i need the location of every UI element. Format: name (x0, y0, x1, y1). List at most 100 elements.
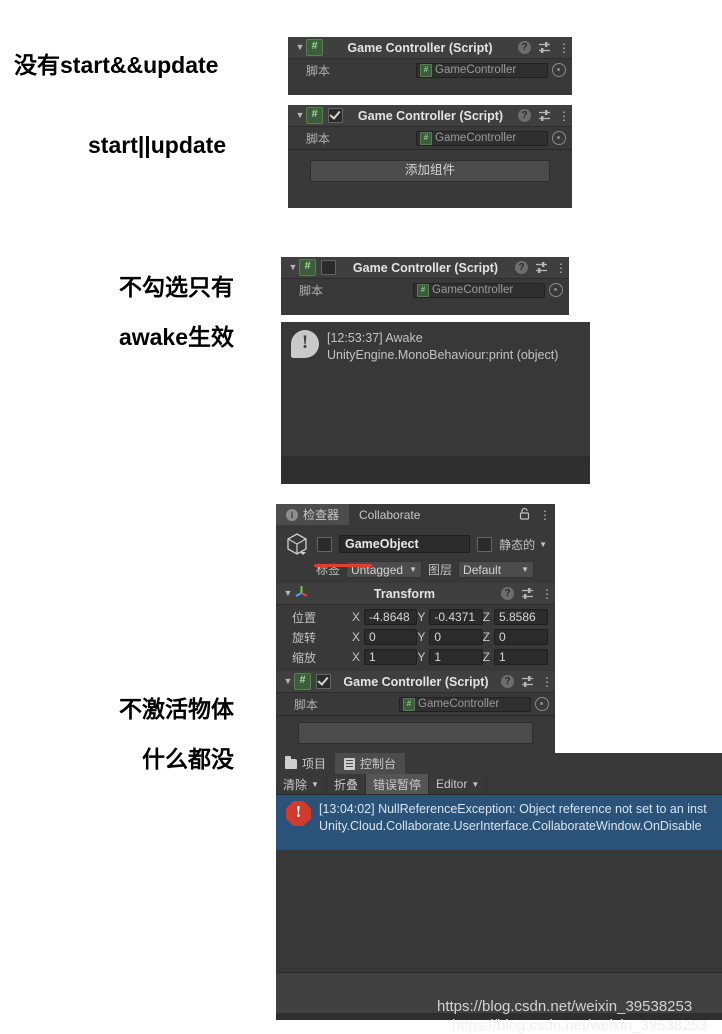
collapse-label: 折叠 (333, 777, 358, 792)
script-object-field[interactable]: # GameController (416, 62, 548, 78)
component-header[interactable]: ▼ # Game Controller (Script) ? ⋮ (288, 37, 572, 59)
kebab-menu-icon[interactable]: ⋮ (539, 509, 551, 521)
log-line-2: UnityEngine.MonoBehaviour:print (object) (327, 347, 559, 362)
csharp-mini-icon: # (420, 63, 432, 77)
position-y-value[interactable]: -0.4371 (429, 609, 483, 625)
scale-y[interactable]: Y 1 (417, 649, 483, 665)
annotation-no-start-update: 没有start&&update (14, 52, 219, 78)
axis-label-y: Y (417, 610, 426, 624)
add-component-button[interactable] (298, 722, 533, 744)
chevron-down-icon[interactable]: ▼ (311, 780, 319, 789)
console-error-entry[interactable]: [13:04:02] NullReferenceException: Objec… (276, 795, 722, 841)
help-icon[interactable]: ? (501, 587, 514, 600)
layer-value: Default (463, 562, 502, 577)
console-toolbar: 清除 ▼ 折叠 错误暂停 Editor ▼ (276, 774, 722, 795)
add-component-button[interactable]: 添加组件 (310, 160, 550, 182)
object-picker-icon[interactable] (552, 63, 566, 77)
position-x-value[interactable]: -4.8648 (364, 609, 418, 625)
kebab-menu-icon[interactable]: ⋮ (555, 262, 567, 274)
preset-icon[interactable] (535, 261, 548, 274)
tab-project-label: 项目 (302, 757, 327, 771)
log-entry-text: [12:53:37] Awake UnityEngine.MonoBehavio… (327, 330, 558, 364)
rotation-x-value[interactable]: 0 (364, 629, 418, 645)
position-x[interactable]: X -4.8648 (352, 609, 418, 625)
header-icon-group: ? ⋮ (512, 41, 570, 54)
editor-label: Editor (435, 777, 468, 791)
scale-x-value[interactable]: 1 (364, 649, 418, 665)
script-object-field[interactable]: # GameController (416, 130, 548, 146)
component-enabled-checkbox[interactable] (316, 674, 331, 689)
tab-project[interactable]: 项目 (276, 753, 335, 774)
inspector-window: i 检查器 Collaborate ⋮ GameObject 静态的 ▼ 标签 … (276, 504, 555, 754)
kebab-menu-icon[interactable]: ⋮ (541, 676, 553, 688)
position-y[interactable]: Y -0.4371 (417, 609, 483, 625)
rotation-y[interactable]: Y 0 (417, 629, 483, 645)
position-z[interactable]: Z 5.8586 (483, 609, 548, 625)
rotation-z[interactable]: Z 0 (483, 629, 548, 645)
help-icon[interactable]: ? (515, 261, 528, 274)
help-icon[interactable]: ? (518, 41, 531, 54)
static-dropdown[interactable]: 静态的 ▼ (499, 536, 547, 553)
component-header[interactable]: ▼ # Game Controller (Script) ? ⋮ (288, 105, 572, 127)
csharp-script-icon: # (294, 673, 311, 690)
script-field-row: 脚本 # GameController (276, 693, 555, 715)
component-header[interactable]: ▼ # Game Controller (Script) ? ⋮ (276, 671, 555, 693)
gameobject-name-field[interactable]: GameObject (339, 535, 471, 553)
scale-z[interactable]: Z 1 (483, 649, 548, 665)
tab-inspector-label: 检查器 (303, 508, 340, 522)
component-enabled-checkbox[interactable] (328, 108, 343, 123)
clear-button[interactable]: 清除 ▼ (276, 774, 327, 794)
header-icon-group: ? ⋮ (495, 675, 553, 688)
rotation-x[interactable]: X 0 (352, 629, 418, 645)
script-field-row: 脚本 # GameController (281, 279, 569, 301)
position-z-value[interactable]: 5.8586 (494, 609, 548, 625)
lock-icon[interactable] (519, 507, 530, 523)
script-object-field[interactable]: # GameController (413, 282, 545, 298)
rotation-y-value[interactable]: 0 (429, 629, 483, 645)
console-message-list[interactable] (276, 849, 722, 972)
axis-label-z: Z (482, 630, 490, 644)
chevron-down-icon[interactable]: ▼ (294, 111, 306, 120)
kebab-menu-icon[interactable]: ⋮ (541, 588, 553, 600)
log-entry[interactable]: [12:53:37] Awake UnityEngine.MonoBehavio… (281, 322, 590, 370)
scale-y-value[interactable]: 1 (429, 649, 483, 665)
layer-dropdown[interactable]: Default ▼ (458, 561, 535, 578)
component-header[interactable]: ▼ # Game Controller (Script) ? ⋮ (281, 257, 569, 279)
scale-x[interactable]: X 1 (352, 649, 418, 665)
chevron-down-icon[interactable]: ▼ (294, 43, 306, 52)
chevron-down-icon[interactable]: ▼ (282, 589, 294, 598)
transform-row-rotation: 旋转 X 0 Y 0 Z 0 (276, 627, 555, 647)
chevron-down-icon[interactable]: ▼ (471, 780, 479, 789)
object-picker-icon[interactable] (552, 131, 566, 145)
chevron-down-icon[interactable]: ▼ (287, 263, 299, 272)
help-icon[interactable]: ? (501, 675, 514, 688)
component-title: Game Controller (Script) (343, 674, 489, 689)
script-object-field[interactable]: # GameController (399, 696, 531, 712)
layer-label: 图层 (428, 563, 453, 577)
preset-icon[interactable] (538, 41, 551, 54)
rotation-z-value[interactable]: 0 (494, 629, 548, 645)
preset-icon[interactable] (521, 675, 534, 688)
axis-label-z: Z (482, 650, 490, 664)
object-picker-icon[interactable] (549, 283, 563, 297)
collapse-button[interactable]: 折叠 (327, 774, 366, 794)
error-icon (286, 801, 311, 826)
kebab-menu-icon[interactable]: ⋮ (558, 110, 570, 122)
preset-icon[interactable] (538, 109, 551, 122)
help-icon[interactable]: ? (518, 109, 531, 122)
tab-collaborate[interactable]: Collaborate (349, 504, 430, 525)
component-enabled-checkbox[interactable] (321, 260, 336, 275)
object-picker-icon[interactable] (535, 697, 549, 711)
editor-dropdown[interactable]: Editor ▼ (429, 774, 488, 794)
chevron-down-icon[interactable]: ▼ (282, 677, 294, 686)
tab-inspector[interactable]: i 检查器 (276, 504, 350, 525)
scale-z-value[interactable]: 1 (494, 649, 548, 665)
tab-console[interactable]: 控制台 (335, 753, 406, 774)
kebab-menu-icon[interactable]: ⋮ (558, 42, 570, 54)
static-checkbox[interactable] (477, 536, 493, 552)
chevron-down-icon: ▼ (409, 565, 418, 574)
transform-header[interactable]: ▼ Transform ? ⋮ (276, 583, 555, 605)
preset-icon[interactable] (521, 587, 534, 600)
gameobject-active-checkbox[interactable] (317, 536, 332, 552)
error-pause-button[interactable]: 错误暂停 (365, 774, 429, 794)
